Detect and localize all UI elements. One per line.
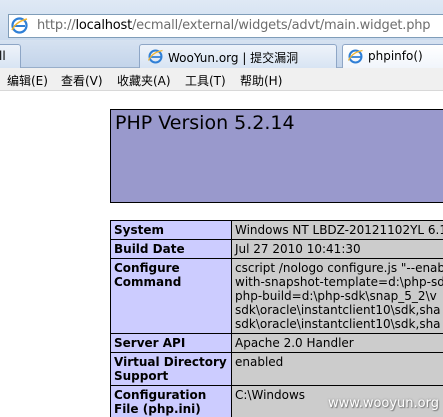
phpinfo-table: System Windows NT LBDZ-20121102YL 6.1 b Bu… — [110, 220, 443, 417]
phpinfo-value: enabled — [231, 352, 443, 386]
url-scheme: http:// — [37, 18, 76, 33]
tab-previous[interactable]: ll — [0, 44, 21, 68]
tab-phpinfo-label: phpinfo() — [368, 49, 423, 63]
tab-bar: ll WooYun.org | 提交漏洞 phpinfo() — [0, 40, 443, 68]
ie-tab-icon — [148, 49, 163, 64]
ie-page-icon — [11, 17, 28, 34]
phpinfo-key: Configure Command — [110, 258, 232, 334]
phpinfo-value-line: php-build=d:\php-sdk\snap_5_2\v — [235, 289, 437, 303]
phpinfo-value: Apache 2.0 Handler — [231, 333, 443, 353]
menu-bar: 编辑(E) 查看(V) 收藏夹(A) 工具(T) 帮助(H) — [0, 68, 443, 91]
phpinfo-row: Configure Command cscript /nologo configu… — [110, 258, 443, 334]
browser-chrome: http://localhost/ecmall/external/widgets… — [0, 0, 443, 92]
phpinfo-key: Server API — [110, 333, 232, 353]
menu-edit[interactable]: 编辑(E) — [7, 72, 48, 89]
ie-tab-icon — [348, 49, 363, 64]
phpinfo-value: Windows NT LBDZ-20121102YL 6.1 b — [231, 220, 443, 240]
phpinfo-value-line: Windows NT LBDZ-20121102YL 6.1 b — [235, 223, 443, 237]
phpinfo-value: Jul 27 2010 10:41:30 — [231, 239, 443, 259]
url-path: /ecmall/external/widgets/advt/main.widge… — [132, 18, 431, 33]
phpinfo-row: Virtual Directory Support enabled — [110, 352, 443, 386]
phpinfo-value-line: cscript /nologo configure.js "--enabl — [235, 261, 443, 275]
url-host: localhost — [75, 18, 132, 33]
address-url[interactable]: http://localhost/ecmall/external/widgets… — [37, 18, 431, 33]
phpinfo-value-line: enabled — [235, 355, 284, 369]
phpinfo-key: System — [110, 220, 232, 240]
phpinfo-value-line: Apache 2.0 Handler — [235, 336, 354, 350]
phpinfo-row: System Windows NT LBDZ-20121102YL 6.1 b — [110, 220, 443, 240]
phpinfo-row: Server API Apache 2.0 Handler — [110, 333, 443, 353]
phpinfo-value-line: with-snapshot-template=d:\php-sdk — [235, 275, 443, 289]
phpinfo-value-line: sdk\oracle\instantclient10\sdk,sha — [235, 317, 441, 331]
phpinfo-header: PHP Version 5.2.14 — [110, 109, 443, 203]
phpinfo-value: cscript /nologo configure.js "--enabl wit… — [231, 258, 443, 334]
phpinfo-row: Build Date Jul 27 2010 10:41:30 — [110, 239, 443, 259]
menu-tools[interactable]: 工具(T) — [185, 72, 226, 89]
tab-previous-label: ll — [0, 49, 6, 63]
menu-help[interactable]: 帮助(H) — [240, 72, 282, 89]
phpinfo-key: Configuration File (php.ini) — [110, 385, 232, 417]
phpinfo-key: Virtual Directory Support — [110, 352, 232, 386]
menu-favorites[interactable]: 收藏夹(A) — [117, 72, 171, 89]
watermark: www.wooyun.org — [327, 396, 439, 411]
tab-phpinfo[interactable]: phpinfo() — [342, 44, 443, 68]
page-content: PHP Version 5.2.14 System Windows NT LBDZ… — [0, 92, 443, 417]
menu-view[interactable]: 查看(V) — [61, 72, 103, 89]
phpinfo-value-line: Jul 27 2010 10:41:30 — [235, 242, 361, 256]
tab-wooyun[interactable]: WooYun.org | 提交漏洞 — [139, 44, 337, 68]
address-bar: http://localhost/ecmall/external/widgets… — [0, 0, 443, 40]
phpinfo-key: Build Date — [110, 239, 232, 259]
php-version-title: PHP Version 5.2.14 — [115, 112, 295, 134]
phpinfo-value-line: sdk\oracle\instantclient10\sdk,sha — [235, 303, 441, 317]
tab-wooyun-label: WooYun.org | 提交漏洞 — [168, 51, 299, 65]
